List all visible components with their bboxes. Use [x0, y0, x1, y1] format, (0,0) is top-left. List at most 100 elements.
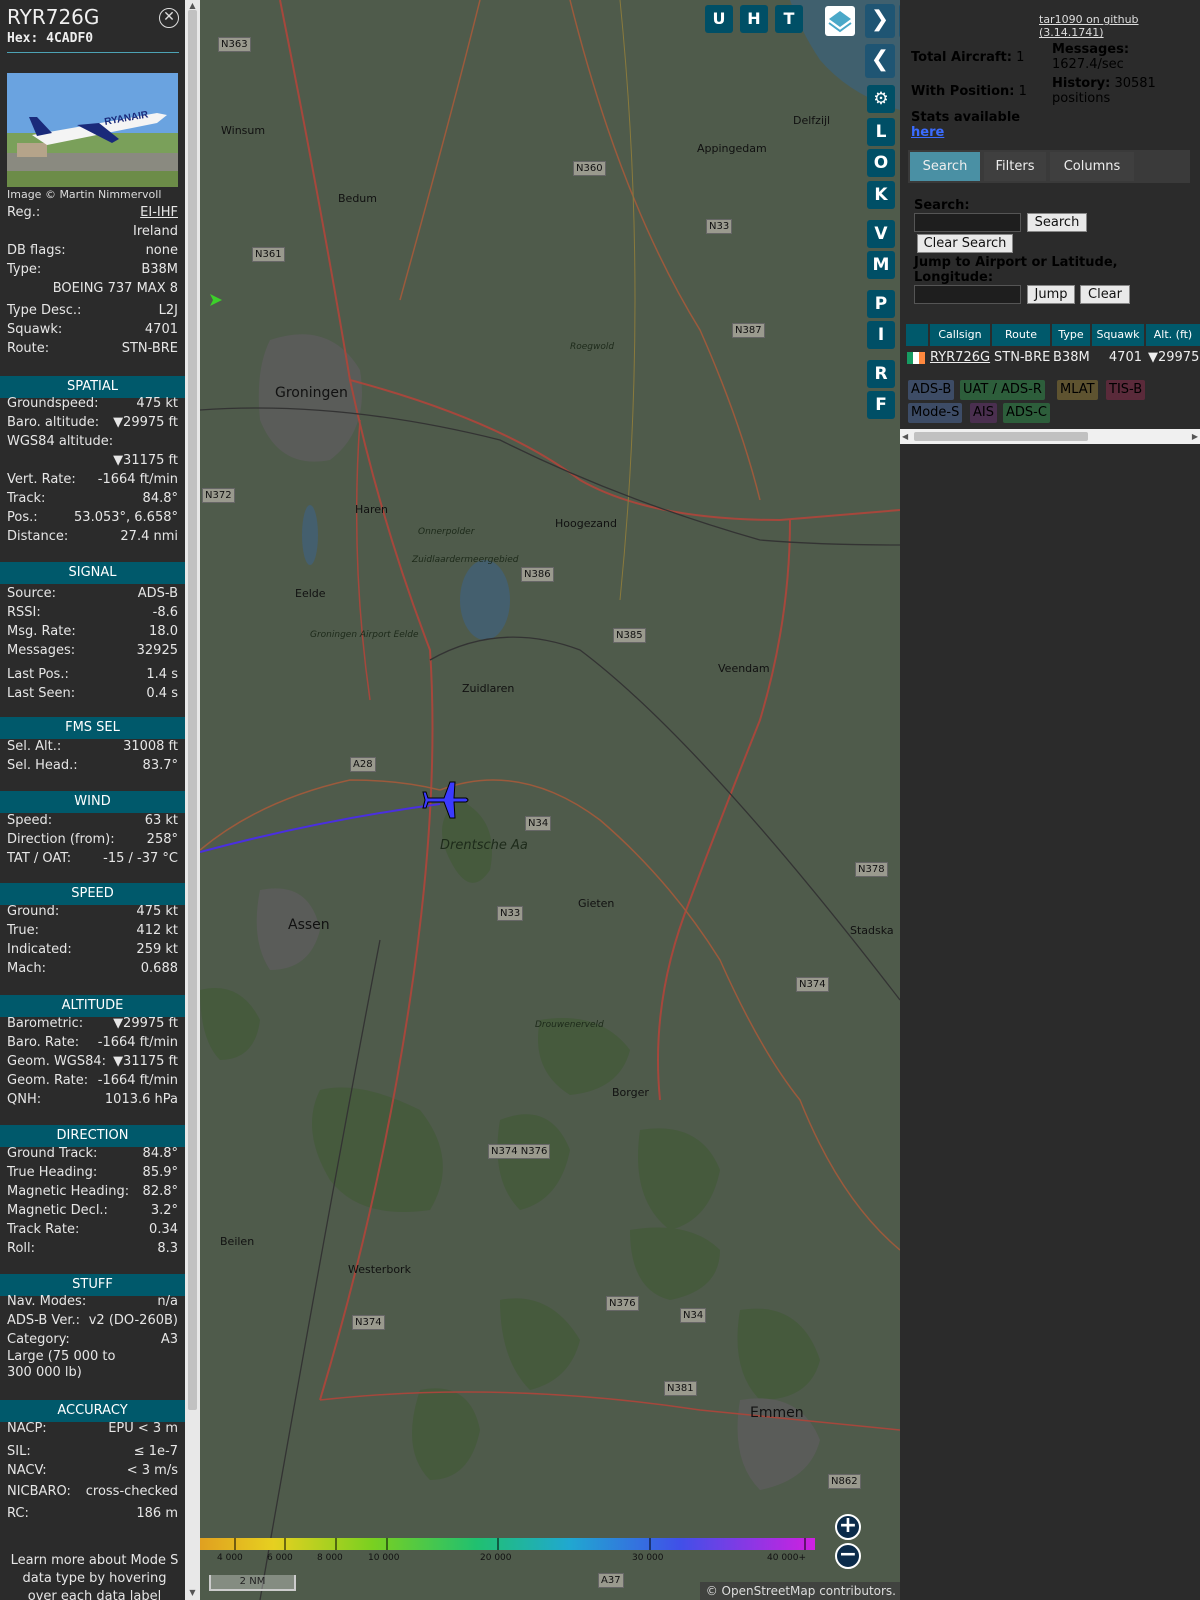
source-badge[interactable]: UAT / ADS-R: [960, 380, 1045, 400]
stats-link[interactable]: here: [911, 125, 944, 140]
col-route[interactable]: Route: [992, 324, 1050, 346]
info-label[interactable]: ADS-B Ver.:: [7, 1311, 80, 1330]
clear-search-button[interactable]: Clear Search: [917, 234, 1013, 253]
info-label[interactable]: Ground:: [7, 902, 59, 921]
info-label[interactable]: Messages:: [7, 641, 75, 660]
osm-link[interactable]: OpenStreetMap: [722, 1584, 816, 1598]
map-toggle-t[interactable]: T: [775, 5, 803, 33]
map-toggle-u[interactable]: U: [705, 5, 733, 33]
jump-input[interactable]: [914, 285, 1021, 304]
info-label[interactable]: Magnetic Decl.:: [7, 1201, 108, 1220]
info-label[interactable]: Route:: [7, 339, 49, 358]
info-label[interactable]: Nav. Modes:: [7, 1292, 86, 1311]
info-label[interactable]: Groundspeed:: [7, 394, 98, 413]
info-label[interactable]: Type Desc.:: [7, 301, 81, 320]
sidebar-scrollbar[interactable]: ▲ ▼: [185, 0, 200, 1600]
map-toggle-h[interactable]: H: [740, 5, 768, 33]
zoom-out-button[interactable]: −: [835, 1543, 861, 1569]
info-label[interactable]: True:: [7, 921, 39, 940]
map-toggle-v[interactable]: V: [867, 220, 895, 248]
map-toggle-r[interactable]: R: [867, 360, 895, 388]
row-callsign[interactable]: RYR726G: [930, 348, 990, 368]
tab-columns[interactable]: Columns: [1050, 152, 1134, 181]
jump-button[interactable]: Jump: [1027, 285, 1075, 304]
map-toggle-f[interactable]: F: [867, 391, 895, 419]
info-label[interactable]: Track:: [7, 489, 45, 508]
info-label[interactable]: Geom. Rate:: [7, 1071, 88, 1090]
info-label[interactable]: Last Pos.:: [7, 665, 69, 684]
clear-button[interactable]: Clear: [1080, 285, 1130, 304]
info-label[interactable]: QNH:: [7, 1090, 41, 1109]
info-label[interactable]: Type:: [7, 260, 41, 279]
layers-button[interactable]: [825, 6, 855, 36]
info-label[interactable]: Ground Track:: [7, 1144, 97, 1163]
search-button[interactable]: Search: [1027, 213, 1087, 232]
info-label[interactable]: Direction (from):: [7, 830, 115, 849]
close-icon[interactable]: ✕: [159, 8, 179, 28]
info-label[interactable]: WGS84 altitude:: [7, 432, 113, 451]
map-toggle-m[interactable]: M: [867, 251, 895, 279]
info-label[interactable]: NACV:: [7, 1461, 47, 1480]
map-toggle-l[interactable]: L: [867, 118, 895, 146]
info-label[interactable]: Source:: [7, 584, 56, 603]
info-label[interactable]: Last Seen:: [7, 684, 75, 703]
info-label[interactable]: Sel. Alt.:: [7, 737, 61, 756]
info-label[interactable]: SIL:: [7, 1442, 31, 1461]
info-label[interactable]: Roll:: [7, 1239, 35, 1258]
source-badge[interactable]: ADS-B: [908, 380, 955, 400]
info-label[interactable]: Squawk:: [7, 320, 62, 339]
zoom-in-button[interactable]: +: [835, 1514, 861, 1540]
info-label[interactable]: TAT / OAT:: [7, 849, 71, 868]
info-label[interactable]: Vert. Rate:: [7, 470, 76, 489]
info-label[interactable]: Barometric:: [7, 1014, 83, 1033]
info-label[interactable]: NACP:: [7, 1419, 47, 1438]
table-horizontal-scrollbar[interactable]: ◀ ▶: [900, 429, 1200, 444]
scrollbar-thumb[interactable]: [914, 432, 1088, 441]
info-label[interactable]: NICBARO:: [7, 1482, 71, 1501]
collapse-left-button[interactable]: ❮: [865, 44, 895, 78]
info-label[interactable]: True Heading:: [7, 1163, 97, 1182]
source-badge[interactable]: ADS-C: [1003, 403, 1050, 423]
info-label[interactable]: RC:: [7, 1504, 29, 1523]
info-label[interactable]: Baro. Rate:: [7, 1033, 79, 1052]
info-label[interactable]: Mach:: [7, 959, 46, 978]
col-callsign[interactable]: Callsign: [930, 324, 990, 346]
tab-search[interactable]: Search: [910, 152, 980, 181]
info-label[interactable]: Msg. Rate:: [7, 622, 76, 641]
info-label[interactable]: 300 000 lb): [7, 1363, 82, 1382]
aircraft-photo[interactable]: RYANAIR: [7, 73, 178, 187]
info-label[interactable]: Speed:: [7, 811, 52, 830]
scroll-left-icon[interactable]: ◀: [902, 429, 908, 444]
info-label[interactable]: Baro. altitude:: [7, 413, 99, 432]
map-toggle-p[interactable]: P: [867, 290, 895, 318]
info-label[interactable]: Track Rate:: [7, 1220, 79, 1239]
col-altitude[interactable]: Alt. (ft): [1146, 324, 1200, 346]
scroll-down-icon[interactable]: ▼: [187, 1588, 198, 1598]
info-label[interactable]: Indicated:: [7, 940, 72, 959]
map-toggle-k[interactable]: K: [867, 181, 895, 209]
settings-button[interactable]: ⚙: [867, 85, 895, 113]
info-label[interactable]: Reg.:: [7, 203, 40, 222]
info-label[interactable]: Pos.:: [7, 508, 38, 527]
source-badge[interactable]: MLAT: [1057, 380, 1098, 400]
info-label[interactable]: RSSI:: [7, 603, 41, 622]
info-value[interactable]: EI-IHF: [140, 203, 178, 222]
col-type[interactable]: Type: [1052, 324, 1090, 346]
expand-right-button[interactable]: ❯: [865, 4, 895, 38]
search-input[interactable]: [914, 213, 1021, 232]
tab-filters[interactable]: Filters: [984, 152, 1046, 181]
scroll-right-icon[interactable]: ▶: [1192, 429, 1198, 444]
source-badge[interactable]: TIS-B: [1106, 380, 1146, 400]
info-label[interactable]: Magnetic Heading:: [7, 1182, 129, 1201]
github-link[interactable]: tar1090 on github (3.14.1741): [1039, 13, 1200, 39]
map-toggle-o[interactable]: O: [867, 149, 895, 177]
source-badge[interactable]: Mode-S: [908, 403, 963, 423]
map-toggle-i[interactable]: I: [867, 321, 895, 349]
source-badge[interactable]: AIS: [970, 403, 997, 423]
map-view[interactable]: Winsum Bedum Appingedam Delfzijl Groningen Ha…: [200, 0, 900, 1600]
info-label[interactable]: Sel. Head.:: [7, 756, 78, 775]
scrollbar-thumb[interactable]: [188, 10, 197, 1410]
info-label[interactable]: DB flags:: [7, 241, 66, 260]
col-squawk[interactable]: Squawk: [1092, 324, 1144, 346]
info-label[interactable]: Distance:: [7, 527, 68, 546]
